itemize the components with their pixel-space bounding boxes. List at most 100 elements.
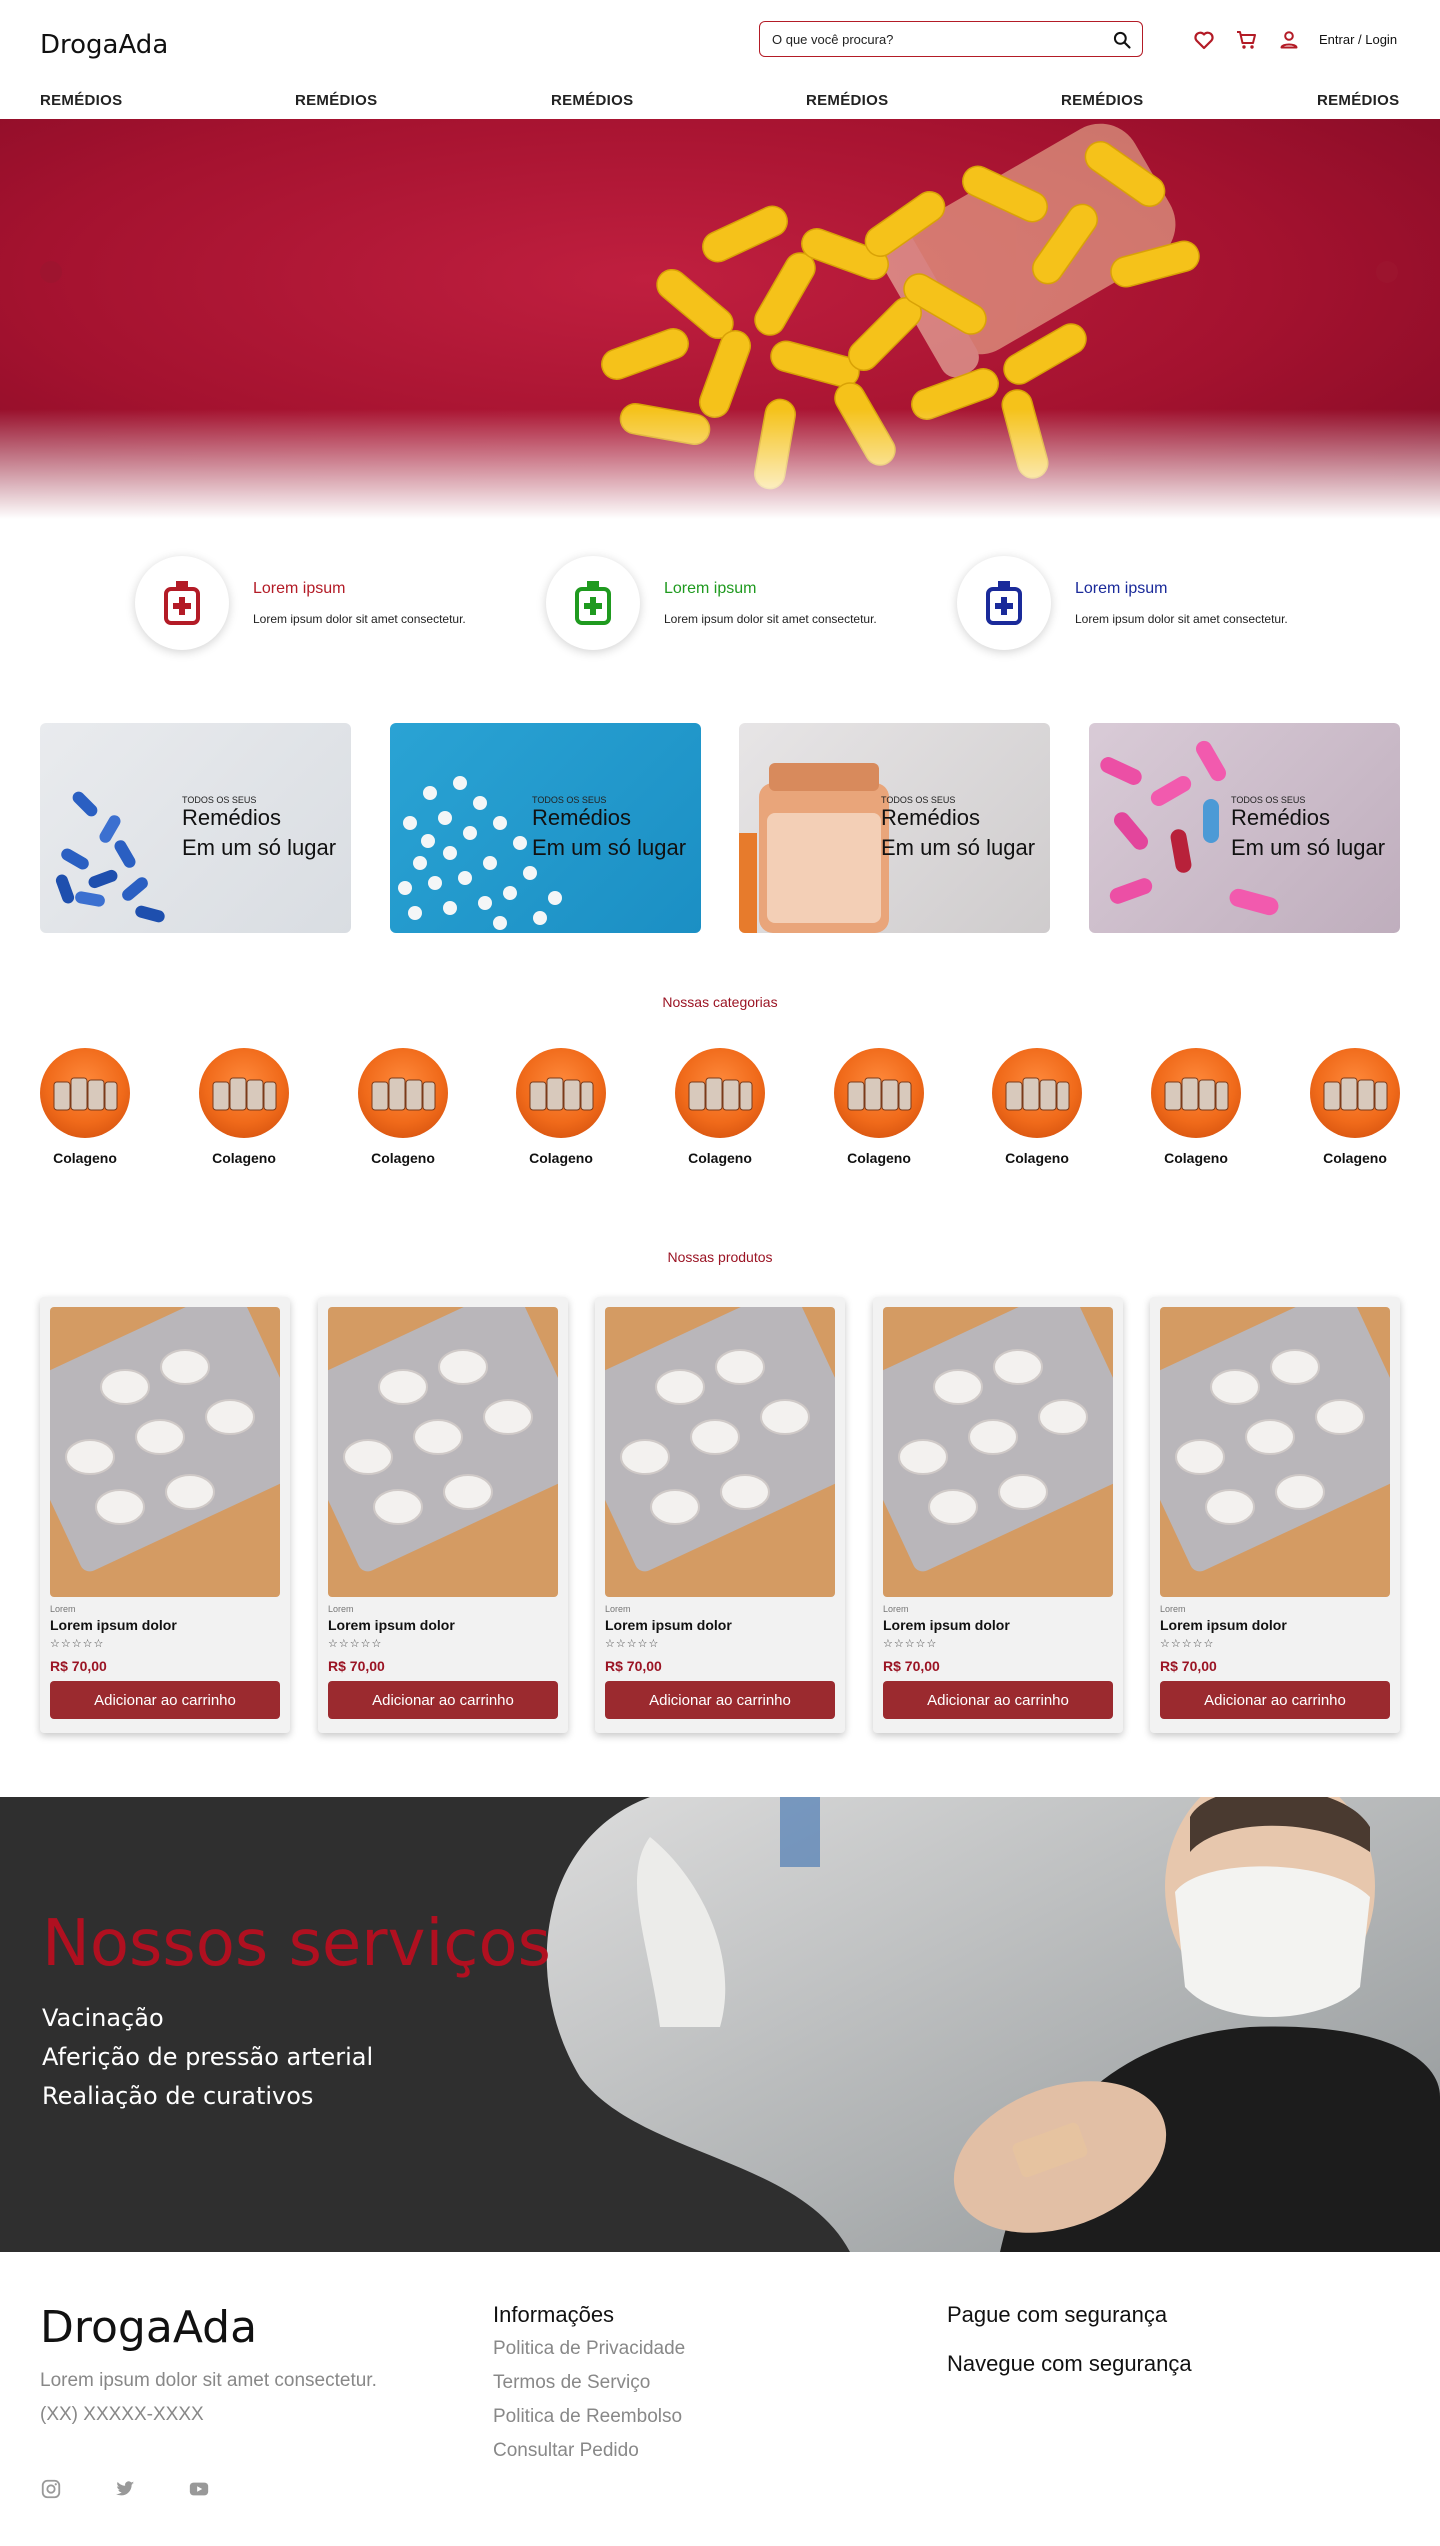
product-name[interactable]: Lorem ipsum dolor bbox=[1160, 1617, 1287, 1633]
category-item[interactable]: Colageno bbox=[353, 1048, 453, 1178]
search-bar[interactable] bbox=[759, 21, 1143, 57]
heart-icon[interactable] bbox=[1192, 28, 1216, 52]
nav-item[interactable]: REMÉDIOS bbox=[1061, 92, 1143, 109]
category-image bbox=[834, 1048, 924, 1138]
promo-banner[interactable]: TODOS OS SEUS Remédios Em um só lugar bbox=[390, 723, 701, 933]
footer-tagline: Lorem ipsum dolor sit amet consectetur. bbox=[40, 2370, 377, 2391]
product-price: R$ 70,00 bbox=[605, 1658, 662, 1674]
categories-title: Nossas categorias bbox=[662, 994, 778, 1010]
product-name[interactable]: Lorem ipsum dolor bbox=[50, 1617, 177, 1633]
product-card[interactable]: Lorem Lorem ipsum dolor ☆☆☆☆☆ R$ 70,00 A… bbox=[40, 1297, 290, 1733]
footer-link-refund[interactable]: Politica de Reembolso bbox=[493, 2406, 682, 2428]
product-card[interactable]: Lorem Lorem ipsum dolor ☆☆☆☆☆ R$ 70,00 A… bbox=[595, 1297, 845, 1733]
product-rating: ☆☆☆☆☆ bbox=[883, 1638, 938, 1650]
banner-subtitle: Em um só lugar bbox=[1231, 835, 1386, 860]
product-card[interactable]: Lorem Lorem ipsum dolor ☆☆☆☆☆ R$ 70,00 A… bbox=[873, 1297, 1123, 1733]
product-category: Lorem bbox=[605, 1604, 631, 1614]
product-name[interactable]: Lorem ipsum dolor bbox=[883, 1617, 1010, 1633]
product-image[interactable] bbox=[605, 1307, 835, 1597]
category-label: Colageno bbox=[688, 1150, 752, 1166]
feature-title: Lorem ipsum bbox=[253, 580, 346, 597]
site-logo[interactable]: DrogaAda bbox=[40, 30, 168, 60]
search-input[interactable] bbox=[772, 31, 1092, 47]
nav-item[interactable]: REMÉDIOS bbox=[40, 92, 122, 109]
product-rating: ☆☆☆☆☆ bbox=[1160, 1638, 1215, 1650]
services-title: Nossos serviços bbox=[42, 1907, 551, 1981]
add-to-cart-button[interactable]: Adicionar ao carrinho bbox=[605, 1681, 835, 1719]
banner-subtitle: Em um só lugar bbox=[532, 835, 687, 860]
category-image bbox=[358, 1048, 448, 1138]
add-to-cart-button[interactable]: Adicionar ao carrinho bbox=[883, 1681, 1113, 1719]
site-footer: DrogaAda Lorem ipsum dolor sit amet cons… bbox=[0, 2252, 1440, 2546]
category-item[interactable]: Colageno bbox=[1146, 1048, 1246, 1178]
nav-item[interactable]: REMÉDIOS bbox=[295, 92, 377, 109]
feature-text: Lorem ipsum dolor sit amet consectetur. bbox=[1075, 612, 1288, 626]
nav-item[interactable]: REMÉDIOS bbox=[806, 92, 888, 109]
banner-subtitle: Em um só lugar bbox=[881, 835, 1036, 860]
category-item[interactable]: Colageno bbox=[987, 1048, 1087, 1178]
footer-secure-browse: Navegue com segurança bbox=[947, 2351, 1192, 2376]
banner-title: Remédios bbox=[1231, 805, 1331, 830]
category-item[interactable]: Colageno bbox=[194, 1048, 294, 1178]
feature-title: Lorem ipsum bbox=[1075, 580, 1168, 597]
footer-link-terms[interactable]: Termos de Serviço bbox=[493, 2372, 650, 2394]
category-image bbox=[516, 1048, 606, 1138]
product-image[interactable] bbox=[50, 1307, 280, 1597]
footer-secure-pay: Pague com segurança bbox=[947, 2302, 1168, 2327]
service-item: Realiação de curativos bbox=[42, 2082, 314, 2110]
promo-banner[interactable]: TODOS OS SEUS Remédios Em um só lugar bbox=[1089, 723, 1400, 933]
product-card[interactable]: Lorem Lorem ipsum dolor ☆☆☆☆☆ R$ 70,00 A… bbox=[1150, 1297, 1400, 1733]
category-item[interactable]: Colageno bbox=[511, 1048, 611, 1178]
banner-title: Remédios bbox=[881, 805, 981, 830]
product-category: Lorem bbox=[1160, 1604, 1186, 1614]
product-name[interactable]: Lorem ipsum dolor bbox=[605, 1617, 732, 1633]
medicine-bottle-icon bbox=[164, 581, 200, 625]
add-to-cart-button[interactable]: Adicionar ao carrinho bbox=[50, 1681, 280, 1719]
youtube-icon[interactable] bbox=[188, 2478, 210, 2500]
search-icon[interactable] bbox=[1112, 30, 1132, 50]
feature-item: Lorem ipsum Lorem ipsum dolor sit amet c… bbox=[135, 556, 495, 652]
footer-link-privacy[interactable]: Politica de Privacidade bbox=[493, 2338, 685, 2360]
product-image[interactable] bbox=[328, 1307, 558, 1597]
user-icon[interactable] bbox=[1277, 28, 1301, 52]
cart-icon[interactable] bbox=[1235, 28, 1259, 52]
feature-icon-circle bbox=[546, 556, 640, 650]
login-link[interactable]: Entrar / Login bbox=[1319, 32, 1397, 47]
category-image bbox=[675, 1048, 765, 1138]
product-image[interactable] bbox=[1160, 1307, 1390, 1597]
category-item[interactable]: Colageno bbox=[1305, 1048, 1405, 1178]
carousel-next[interactable] bbox=[1376, 261, 1398, 283]
products-title: Nossas produtos bbox=[667, 1249, 773, 1265]
category-item[interactable]: Colageno bbox=[829, 1048, 929, 1178]
banner-title: Remédios bbox=[532, 805, 632, 830]
twitter-icon[interactable] bbox=[114, 2478, 136, 2500]
product-image[interactable] bbox=[883, 1307, 1113, 1597]
promo-banner[interactable]: TODOS OS SEUS Remédios Em um só lugar bbox=[40, 723, 351, 933]
product-name[interactable]: Lorem ipsum dolor bbox=[328, 1617, 455, 1633]
nav-item[interactable]: REMÉDIOS bbox=[551, 92, 633, 109]
category-label: Colageno bbox=[371, 1150, 435, 1166]
category-label: Colageno bbox=[1164, 1150, 1228, 1166]
add-to-cart-button[interactable]: Adicionar ao carrinho bbox=[328, 1681, 558, 1719]
banner-kicker: TODOS OS SEUS bbox=[881, 795, 956, 805]
banner-kicker: TODOS OS SEUS bbox=[182, 795, 257, 805]
service-item: Aferição de pressão arterial bbox=[42, 2043, 374, 2071]
category-item[interactable]: Colageno bbox=[35, 1048, 135, 1178]
product-price: R$ 70,00 bbox=[883, 1658, 940, 1674]
feature-title: Lorem ipsum bbox=[664, 580, 757, 597]
footer-logo[interactable]: DrogaAda bbox=[40, 2302, 257, 2353]
feature-icon-circle bbox=[135, 556, 229, 650]
category-item[interactable]: Colageno bbox=[670, 1048, 770, 1178]
banner-kicker: TODOS OS SEUS bbox=[532, 795, 607, 805]
category-label: Colageno bbox=[847, 1150, 911, 1166]
nav-item[interactable]: REMÉDIOS bbox=[1317, 92, 1399, 109]
add-to-cart-button[interactable]: Adicionar ao carrinho bbox=[1160, 1681, 1390, 1719]
product-card[interactable]: Lorem Lorem ipsum dolor ☆☆☆☆☆ R$ 70,00 A… bbox=[318, 1297, 568, 1733]
carousel-prev[interactable] bbox=[40, 261, 62, 283]
footer-link-order[interactable]: Consultar Pedido bbox=[493, 2440, 639, 2462]
category-label: Colageno bbox=[1005, 1150, 1069, 1166]
medicine-bottle-icon bbox=[986, 581, 1022, 625]
product-price: R$ 70,00 bbox=[1160, 1658, 1217, 1674]
promo-banner[interactable]: TODOS OS SEUS Remédios Em um só lugar bbox=[739, 723, 1050, 933]
instagram-icon[interactable] bbox=[40, 2478, 62, 2500]
